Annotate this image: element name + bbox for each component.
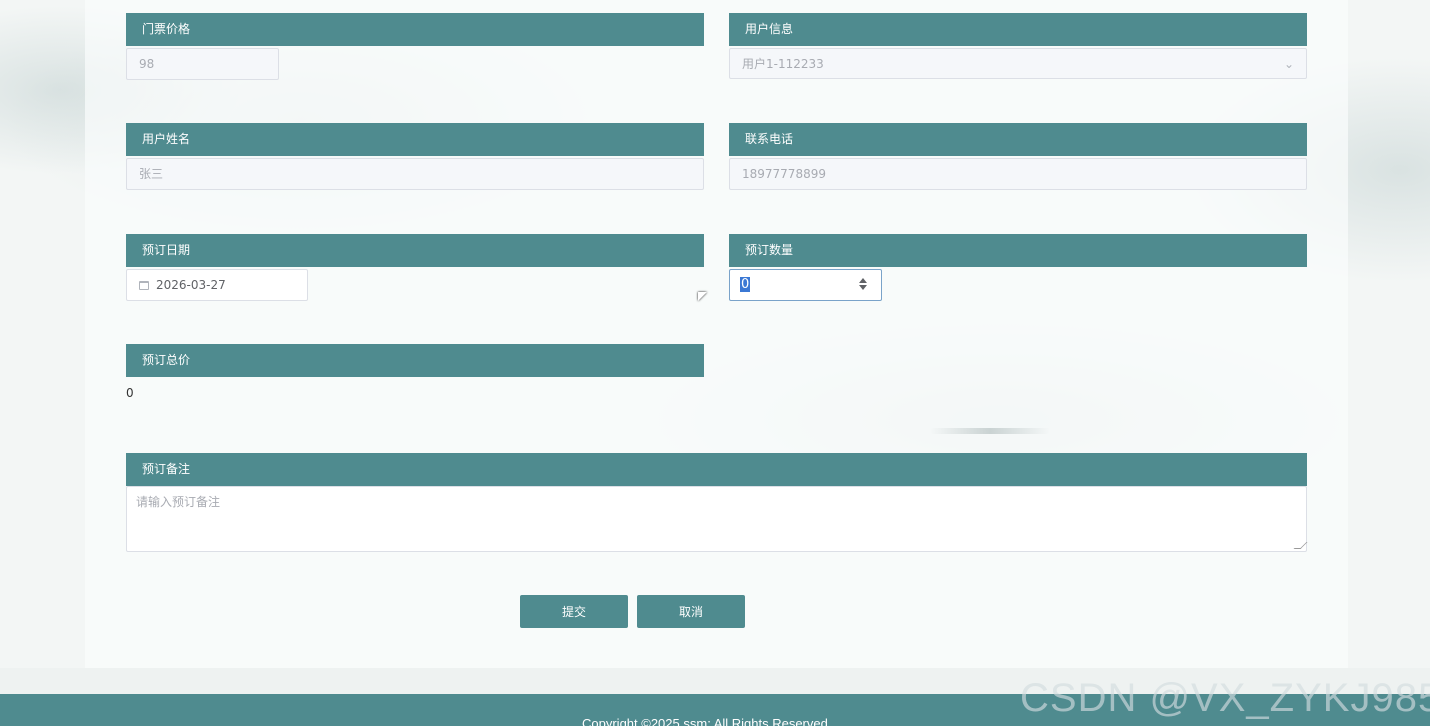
user-name-label: 用户姓名 [126, 123, 704, 156]
watermark-text: CSDN @VX_ZYKJ985 [1020, 676, 1430, 720]
total-price-value: 0 [126, 386, 134, 400]
booking-date-picker[interactable]: 2026-03-27 [126, 269, 308, 301]
user-info-group: 用户信息 用户1-112233 ⌄ [729, 13, 1307, 79]
calendar-icon [139, 281, 149, 290]
boat-decoration [930, 428, 1050, 434]
decrement-arrow-icon[interactable] [859, 285, 867, 290]
remarks-label: 预订备注 [126, 453, 1307, 486]
booking-date-group: 预订日期 2026-03-27 [126, 234, 704, 301]
booking-quantity-label: 预订数量 [729, 234, 1307, 267]
phone-group: 联系电话 18977778899 [729, 123, 1307, 190]
total-price-group: 预订总价 0 [126, 344, 704, 400]
ticket-price-group: 门票价格 98 [126, 13, 704, 80]
quantity-value: 0 [740, 277, 751, 292]
user-name-group: 用户姓名 张三 [126, 123, 704, 190]
cancel-button[interactable]: 取消 [637, 595, 745, 628]
submit-button[interactable]: 提交 [520, 595, 628, 628]
ticket-price-input[interactable]: 98 [126, 48, 279, 80]
spinner-arrows-icon[interactable] [859, 278, 869, 292]
footer-copyright: Copyright ©2025 ssm: All Rights Reserved [582, 716, 828, 726]
total-price-label: 预订总价 [126, 344, 704, 377]
mouse-cursor-icon [698, 292, 707, 301]
user-name-input[interactable]: 张三 [126, 158, 704, 190]
increment-arrow-icon[interactable] [859, 278, 867, 283]
booking-date-value: 2026-03-27 [156, 278, 226, 292]
form-panel [85, 0, 1348, 668]
remarks-textarea[interactable]: 请输入预订备注 [126, 486, 1308, 552]
user-info-label: 用户信息 [729, 13, 1307, 46]
phone-input[interactable]: 18977778899 [729, 158, 1307, 190]
booking-date-label: 预订日期 [126, 234, 704, 267]
chevron-down-icon: ⌄ [1283, 57, 1294, 71]
user-info-value: 用户1-112233 [742, 57, 824, 71]
quantity-stepper[interactable]: 0 [729, 269, 882, 301]
user-info-select[interactable]: 用户1-112233 ⌄ [729, 48, 1307, 79]
remarks-placeholder: 请输入预订备注 [136, 495, 221, 509]
booking-quantity-group: 预订数量 0 [729, 234, 1307, 301]
phone-label: 联系电话 [729, 123, 1307, 156]
ticket-price-label: 门票价格 [126, 13, 704, 46]
remarks-group: 预订备注 请输入预订备注 [126, 453, 1308, 552]
resize-handle-icon[interactable] [1293, 542, 1308, 549]
